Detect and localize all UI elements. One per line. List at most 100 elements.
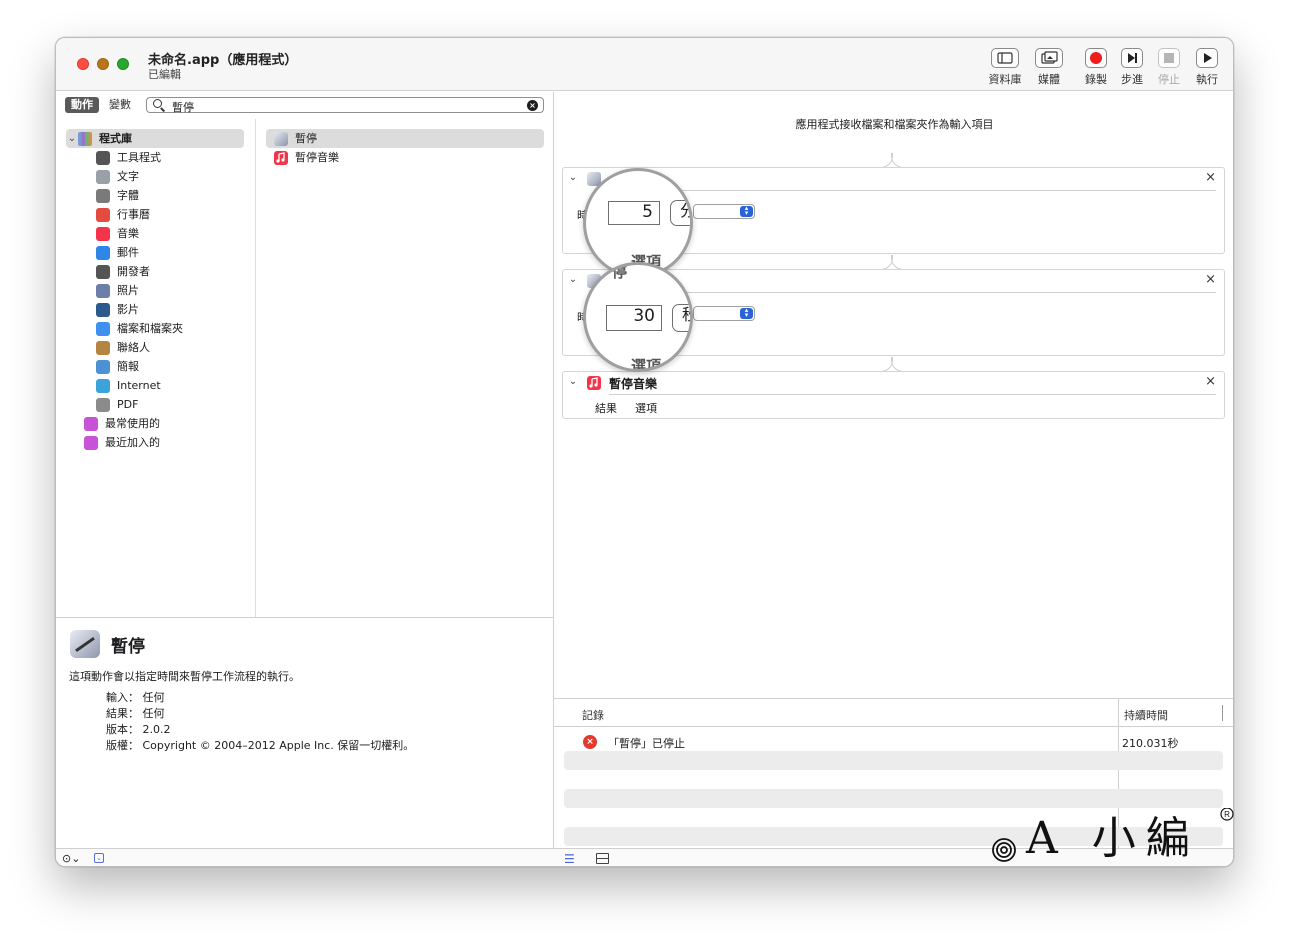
workflow-connector [880,153,904,168]
search-input[interactable]: 暫停 [172,99,194,115]
time-value-field[interactable]: 30 [606,305,662,331]
run-toolbar-button[interactable]: 執行 [1184,48,1230,88]
action-info-description: 這項動作會以指定時間來暫停工作流程的執行。 [69,670,300,683]
stop-icon [1158,48,1180,68]
sidebar-item-category[interactable]: 影片 [96,300,246,319]
action-item-pause[interactable]: 暫停 [266,129,544,148]
results-tab[interactable]: 結果 [595,400,617,416]
window-subtitle: 已編輯 [148,68,181,81]
contacts-icon [96,340,110,355]
time-value-field[interactable]: 5 [608,201,660,225]
duration-column-header[interactable]: 持續時間 [1124,707,1168,723]
pause-music-action-card[interactable]: ⌄ 暫停音樂 × 結果 選項 [562,371,1225,419]
action-item-pause-music[interactable]: 暫停音樂 [266,148,544,167]
chevron-down-icon[interactable]: ⌄ [567,172,579,183]
sidebar-item-label: PDF [117,398,139,411]
log-column-header[interactable]: 記錄 [582,707,604,723]
photos-icon [96,283,110,298]
action-list: 暫停 暫停音樂 [256,119,553,617]
media-toolbar-button[interactable]: 媒體 [1026,48,1072,88]
close-icon[interactable]: × [1205,374,1216,389]
close-window-button[interactable] [77,58,89,70]
sidebar-item-label: 工具程式 [117,151,161,164]
action-item-label: 暫停音樂 [295,151,339,164]
sidebar-item-category[interactable]: 簡報 [96,357,246,376]
time-unit-popup-zoom[interactable]: 秒 [672,304,690,332]
step-icon [1121,48,1143,68]
fonts-icon [96,188,110,203]
more-options-icon[interactable]: ⊙⌄ [62,852,80,865]
utilities-icon [96,150,110,165]
log-row-empty [564,751,1223,770]
sidebar-item-category[interactable]: 文字 [96,167,246,186]
clear-search-icon[interactable]: × [527,100,538,111]
sidebar-item-label: 影片 [117,303,139,316]
workflow-connector [880,357,904,372]
chevron-down-icon[interactable]: ⌄ [66,129,78,148]
sidebar-item-label: 開發者 [117,265,150,278]
chevron-down-icon[interactable]: ⌄ [567,376,579,387]
play-icon [1196,48,1218,68]
sidebar-item-category[interactable]: 郵件 [96,243,246,262]
sidebar-item-label: 文字 [117,170,139,183]
popup-arrows-icon: ▴ ▾ [740,307,753,319]
zoom-window-button[interactable] [117,58,129,70]
music-icon [274,150,288,165]
action-info-version: 版本： 2.0.2 [106,723,171,736]
error-icon: × [583,735,597,749]
options-tab[interactable]: 選項 [635,400,657,416]
close-icon[interactable]: × [1205,272,1216,287]
search-field[interactable]: 暫停 × [146,97,544,115]
sidebar-item-smart-folder[interactable]: 最常使用的 [84,414,244,433]
music-icon [587,376,601,390]
sidebar-item-category[interactable]: 字體 [96,186,246,205]
close-icon[interactable]: × [1205,170,1216,185]
description-toggle-icon[interactable]: ⌄ [94,853,104,863]
sidebar-item-category[interactable]: 照片 [96,281,246,300]
list-view-icon[interactable]: ☰ [564,852,575,866]
tab-variables[interactable]: 變數 [103,97,137,113]
time-unit-popup-zoom[interactable]: 分 [670,200,690,226]
sidebar-item-category[interactable]: 工具程式 [96,148,246,167]
sidebar-item-library[interactable]: ⌄ 程式庫 [66,129,244,148]
pause-action-icon [274,131,288,146]
sidebar-item-label: 聯絡人 [117,341,150,354]
popup-arrows-icon: ▴ ▾ [740,205,753,217]
tab-actions[interactable]: 動作 [65,97,99,113]
minimize-window-button[interactable] [97,58,109,70]
library-toolbar-button[interactable]: 資料庫 [982,48,1028,88]
smart-folder-icon [84,435,98,450]
split-view-icon[interactable] [596,853,609,864]
mail-icon [96,245,110,260]
sidebar-item-label: 簡報 [117,360,139,373]
sidebar-item-label: 最常使用的 [105,417,160,430]
category-list: ⌄ 程式庫 工具程式文字字體行事曆音樂 郵件開發者照片影片檔案和檔案夾聯絡人簡報 I… [56,119,256,617]
text-icon [96,169,110,184]
sidebar-item-category[interactable]: 行事曆 [96,205,246,224]
log-row-empty [564,789,1223,808]
log-row[interactable]: × 「暫停」已停止 210.031秒 [564,732,1223,751]
library-segmented-control: 動作 變數 [65,97,137,113]
sidebar-item-smart-folder[interactable]: 最近加入的 [84,433,244,452]
options-label-zoom: 選項 [631,357,662,372]
sidebar-item-category[interactable]: 音樂 [96,224,246,243]
chevron-down-icon[interactable]: ⌄ [567,274,579,285]
search-icon [153,99,162,108]
developer-icon [96,264,110,279]
run-toolbar-label: 執行 [1196,73,1218,86]
time-unit-popup[interactable]: ▴ ▾ [693,306,755,321]
time-unit-popup[interactable]: ▴ ▾ [693,204,755,219]
media-toolbar-label: 媒體 [1038,73,1060,86]
workflow-input-description: 應用程式接收檔案和檔案夾作為輸入項目 [795,118,994,131]
sidebar-item-category[interactable]: PDF [96,395,246,414]
sidebar-item-category[interactable]: Internet [96,376,246,395]
sidebar-item-category[interactable]: 檔案和檔案夾 [96,319,246,338]
magnifier-time-30: 停 30 秒 選項 [583,262,693,372]
sidebar-item-category[interactable]: 聯絡人 [96,338,246,357]
sidebar-item-label: 行事曆 [117,208,150,221]
workflow-panel: 應用程式接收檔案和檔案夾作為輸入項目 ⌄ × 時間 結 ▴▾ ⌄ × [554,92,1233,698]
finder-icon [96,321,110,336]
watermark-logo: R A 小編 [990,807,1240,868]
action-card-title: 暫停音樂 [609,377,658,391]
sidebar-item-category[interactable]: 開發者 [96,262,246,281]
